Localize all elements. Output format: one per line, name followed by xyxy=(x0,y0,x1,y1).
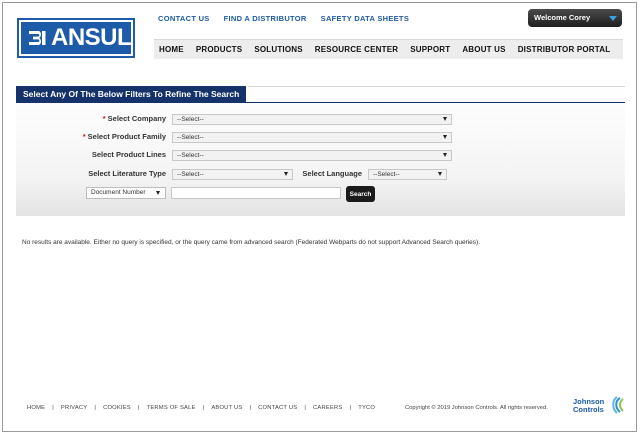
footer-link-about-us[interactable]: ABOUT US xyxy=(211,405,242,411)
welcome-user-menu[interactable]: Welcome Corey xyxy=(528,9,622,27)
dropdown-arrow-icon xyxy=(443,117,447,121)
util-link-find-distributor[interactable]: FIND A DISTRIBUTOR xyxy=(224,14,307,23)
footer-separator: | xyxy=(349,405,352,411)
main-nav: HOME PRODUCTS SOLUTIONS RESOURCE CENTER … xyxy=(154,39,623,59)
footer-link-contact-us[interactable]: CONTACT US xyxy=(258,405,297,411)
nav-resource-center[interactable]: RESOURCE CENTER xyxy=(315,45,398,54)
ansul-logo[interactable]: ANSUL ® xyxy=(17,18,137,58)
footer-links: HOME | PRIVACY | COOKIES | TERMS OF SALE… xyxy=(27,405,375,411)
search-field-select-value: Document Number xyxy=(91,189,146,196)
footer-link-home[interactable]: HOME xyxy=(27,405,45,411)
footer-separator: | xyxy=(94,405,97,411)
required-marker: * xyxy=(82,132,86,141)
ansul-mark-icon xyxy=(26,26,48,50)
company-label: * Select Company xyxy=(102,114,166,123)
nav-solutions[interactable]: SOLUTIONS xyxy=(254,45,302,54)
chevron-down-icon xyxy=(609,16,617,21)
literature-type-select[interactable]: --Select-- xyxy=(172,169,293,180)
utility-nav: CONTACT US FIND A DISTRIBUTOR SAFETY DAT… xyxy=(158,14,409,23)
language-select-value: --Select-- xyxy=(373,171,400,178)
product-lines-label: Select Product Lines xyxy=(91,150,166,159)
footer-separator: | xyxy=(137,405,140,411)
welcome-label: Welcome Corey xyxy=(534,13,591,22)
footer-separator: | xyxy=(52,405,54,411)
search-button[interactable]: Search xyxy=(346,186,375,202)
util-link-contact-us[interactable]: CONTACT US xyxy=(158,14,210,23)
required-marker: * xyxy=(102,114,106,123)
search-field-select[interactable]: Document Number xyxy=(86,187,166,199)
nav-about-us[interactable]: ABOUT US xyxy=(462,45,505,54)
nav-distributor-portal[interactable]: DISTRIBUTOR PORTAL xyxy=(518,45,611,54)
filter-panel-title: Select Any Of The Below Filters To Refin… xyxy=(16,86,249,103)
nav-support[interactable]: SUPPORT xyxy=(410,45,450,54)
product-family-select-value: --Select-- xyxy=(177,134,204,141)
product-family-label: * Select Product Family xyxy=(82,132,166,141)
nav-home[interactable]: HOME xyxy=(159,45,184,54)
company-select-value: --Select-- xyxy=(177,116,204,123)
footer-link-privacy[interactable]: PRIVACY xyxy=(61,405,87,411)
dropdown-arrow-icon xyxy=(156,191,160,195)
product-lines-select-value: --Select-- xyxy=(177,152,204,159)
footer-separator: | xyxy=(304,405,307,411)
dropdown-arrow-icon xyxy=(284,172,288,176)
copyright-text: Copyright © 2019 Johnson Controls. All r… xyxy=(405,405,548,411)
footer-link-terms-of-sale[interactable]: TERMS OF SALE xyxy=(147,405,196,411)
language-select[interactable]: --Select-- xyxy=(368,169,447,180)
util-link-safety-data-sheets[interactable]: SAFETY DATA SHEETS xyxy=(321,14,409,23)
literature-type-label: Select Literature Type xyxy=(88,169,166,178)
footer-link-cookies[interactable]: COOKIES xyxy=(103,405,131,411)
literature-type-select-value: --Select-- xyxy=(177,171,204,178)
panel-divider xyxy=(16,102,625,103)
logo-text: ANSUL xyxy=(51,24,132,51)
product-lines-select[interactable]: --Select-- xyxy=(172,150,452,161)
registered-mark: ® xyxy=(132,30,137,36)
jc-swirl-icon xyxy=(612,396,624,414)
product-family-select[interactable]: --Select-- xyxy=(172,132,452,143)
dropdown-arrow-icon xyxy=(443,135,447,139)
footer-separator: | xyxy=(249,405,252,411)
jc-logo-text: Johnson Controls xyxy=(573,397,605,414)
footer-separator: | xyxy=(202,405,205,411)
page-frame xyxy=(2,2,637,432)
dropdown-arrow-icon xyxy=(438,172,442,176)
footer-link-tyco[interactable]: TYCO xyxy=(358,405,375,411)
company-select[interactable]: --Select-- xyxy=(172,114,452,125)
johnson-controls-logo[interactable]: Johnson Controls xyxy=(573,396,625,418)
footer-link-careers[interactable]: CAREERS xyxy=(313,405,342,411)
nav-products[interactable]: PRODUCTS xyxy=(196,45,243,54)
no-results-message: No results are available. Either no quer… xyxy=(22,239,481,246)
dropdown-arrow-icon xyxy=(443,153,447,157)
language-label: Select Language xyxy=(302,169,362,178)
search-input[interactable] xyxy=(171,187,341,199)
